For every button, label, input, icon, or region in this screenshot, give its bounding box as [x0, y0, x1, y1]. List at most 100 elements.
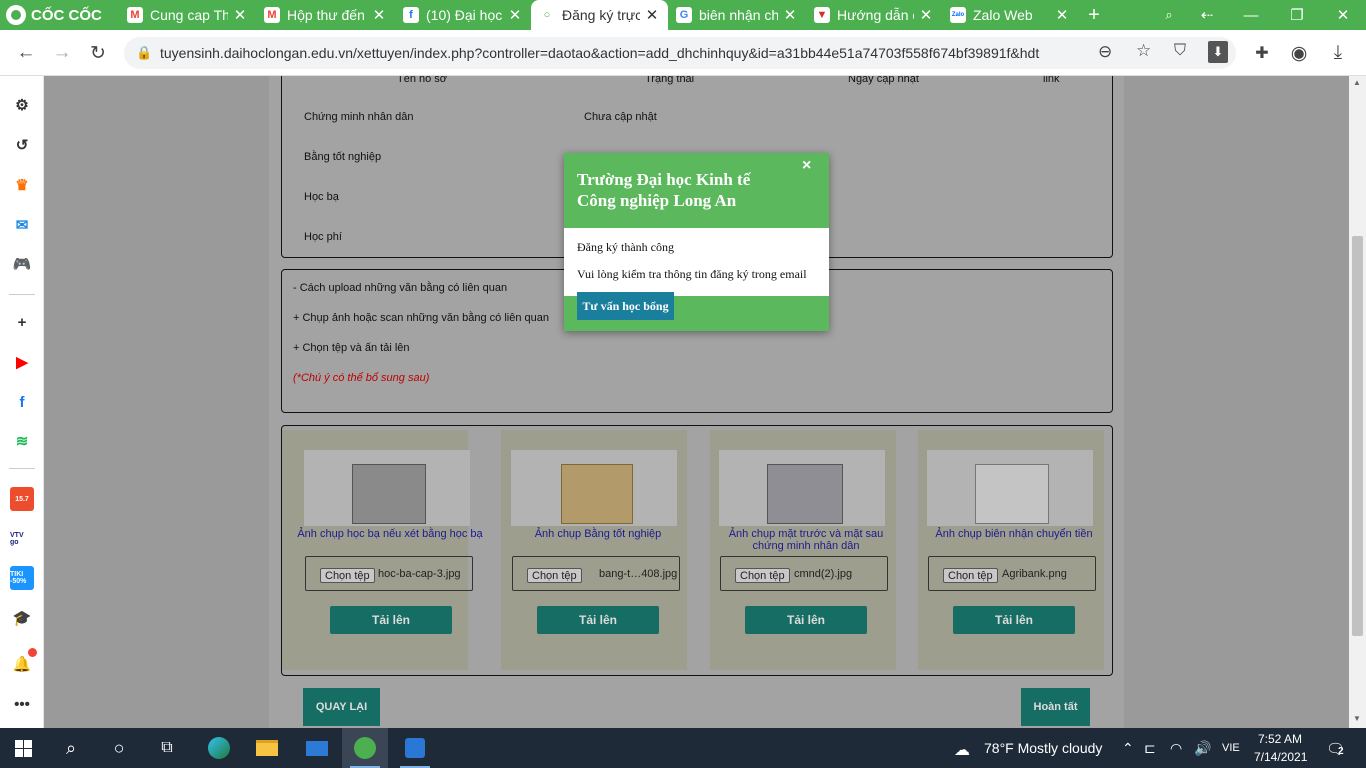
- zoom-icon[interactable]: ⊖: [1098, 42, 1112, 62]
- tab-close-icon[interactable]: ✕: [507, 6, 523, 24]
- upload-button[interactable]: Tải lên: [953, 606, 1075, 634]
- uploads-panel: Ảnh chụp học bạ nếu xét bằng học bạ Chọn…: [281, 425, 1113, 676]
- tab-title: Zalo Web: [973, 7, 1033, 23]
- address-bar[interactable]: 🔒 tuyensinh.daihoclongan.edu.vn/xettuyen…: [124, 37, 1236, 69]
- sidebar-facebook-icon[interactable]: f: [10, 390, 34, 414]
- reload-button[interactable]: ↻: [84, 39, 112, 67]
- extensions-icon[interactable]: ✚: [1248, 39, 1276, 67]
- upload-caption: Ảnh chụp Bằng tốt nghiệp: [534, 528, 662, 540]
- choose-file-button[interactable]: Chọn tệp: [735, 568, 790, 583]
- sidebar-crown-icon[interactable]: ♛: [10, 173, 34, 197]
- scholarship-consult-button[interactable]: Tư vấn học bổng: [577, 292, 674, 320]
- maximize-button[interactable]: ❐: [1274, 0, 1320, 30]
- upload-button[interactable]: Tải lên: [537, 606, 659, 634]
- mail-icon[interactable]: [294, 728, 340, 768]
- word-icon[interactable]: [392, 728, 438, 768]
- file-input[interactable]: Chọn tệp bang-t…408.jpg: [512, 556, 680, 591]
- finish-button[interactable]: Hoàn tất: [1021, 688, 1090, 726]
- back-nav-button[interactable]: QUAY LẠI: [303, 688, 380, 726]
- back-arrow-icon[interactable]: ⇠: [1184, 0, 1230, 30]
- tab-title: biên nhận ch: [699, 7, 778, 23]
- dialog-body: Đăng ký thành công Vui lòng kiểm tra thô…: [564, 228, 829, 296]
- browser-tab[interactable]: Gbiên nhận ch ✕: [668, 0, 806, 30]
- scroll-up-arrow[interactable]: ▲: [1353, 78, 1361, 87]
- tab-strip: CỐC CỐC + ⌕ ⇠ — ❐ ✕ M Cung cap Th ✕ M Hộp th…: [0, 0, 1366, 30]
- sidebar-settings-icon[interactable]: ⚙: [10, 93, 34, 117]
- choose-file-button[interactable]: Chọn tệp: [320, 568, 375, 583]
- search-icon[interactable]: ⌕: [48, 728, 94, 768]
- sidebar-history-icon[interactable]: ↺: [10, 133, 34, 157]
- coccoc-taskbar-icon[interactable]: [342, 728, 388, 768]
- choose-file-button[interactable]: Chọn tệp: [527, 568, 582, 583]
- language-indicator[interactable]: VIE: [1222, 742, 1240, 754]
- profile-icon[interactable]: ◉: [1285, 39, 1313, 67]
- clock-time[interactable]: 7:52 AM: [1258, 732, 1302, 746]
- tab-close-icon[interactable]: ✕: [1054, 6, 1070, 24]
- sidebar-more-icon[interactable]: •••: [10, 692, 34, 716]
- weather-icon[interactable]: ☁: [954, 740, 970, 760]
- file-input[interactable]: Chọn tệp cmnd(2).jpg: [720, 556, 888, 591]
- sidebar-spotify-icon[interactable]: ≋: [10, 429, 34, 453]
- browser-tab[interactable]: M Hộp thư đến ✕: [256, 0, 395, 30]
- bookmark-star-icon[interactable]: ☆: [1136, 41, 1151, 61]
- notification-count: 2: [1338, 746, 1344, 757]
- minimize-button[interactable]: —: [1228, 0, 1274, 30]
- windows-logo-icon: [14, 739, 32, 757]
- page-scrollbar[interactable]: ▲ ▼: [1349, 76, 1366, 728]
- close-window-button[interactable]: ✕: [1320, 0, 1366, 30]
- lock-icon[interactable]: 🔒: [136, 45, 152, 61]
- browser-tab[interactable]: f (10) Đại học ✕: [395, 0, 531, 30]
- sidebar-add-icon[interactable]: +: [10, 310, 34, 334]
- sidebar-messenger-icon[interactable]: ✉: [10, 213, 34, 237]
- network-device-icon[interactable]: ⊏: [1144, 740, 1156, 757]
- sidebar-shopee-icon[interactable]: 15.7: [10, 487, 34, 511]
- weather-text[interactable]: 78°F Mostly cloudy: [984, 740, 1102, 756]
- upload-button[interactable]: Tải lên: [330, 606, 452, 634]
- file-input[interactable]: Chọn tệp hoc-ba-cap-3.jpg: [305, 556, 473, 591]
- sidebar-education-icon[interactable]: 🎓: [10, 606, 34, 630]
- header-document-name: Tên hồ sơ: [397, 76, 448, 85]
- start-button[interactable]: [0, 728, 46, 768]
- edge-icon[interactable]: [196, 728, 242, 768]
- clock-date[interactable]: 7/14/2021: [1254, 750, 1307, 764]
- diploma-image: [561, 464, 633, 524]
- sidebar-notifications-icon[interactable]: 🔔: [10, 652, 34, 676]
- receipt-thumbnail: [927, 450, 1093, 526]
- tab-close-icon[interactable]: ✕: [371, 6, 387, 24]
- browser-tab[interactable]: M Cung cap Th ✕: [119, 0, 256, 30]
- browser-tab[interactable]: ▼ Hướng dẫn c ✕: [806, 0, 942, 30]
- volume-icon[interactable]: 🔊: [1194, 740, 1211, 757]
- tab-close-icon[interactable]: ✕: [918, 6, 934, 24]
- wifi-icon[interactable]: ◠: [1170, 740, 1182, 757]
- task-view-icon[interactable]: ⧉: [144, 728, 190, 768]
- tab-close-icon[interactable]: ✕: [782, 6, 798, 24]
- savior-download-icon[interactable]: ⬇: [1208, 41, 1228, 63]
- choose-file-button[interactable]: Chọn tệp: [943, 568, 998, 583]
- downloads-icon[interactable]: ⤓: [1324, 39, 1352, 67]
- sidebar-games-icon[interactable]: 🎮: [10, 252, 34, 276]
- sidebar-vtv-icon[interactable]: VTV go: [10, 527, 34, 551]
- scrollbar-thumb[interactable]: [1352, 236, 1363, 636]
- sidebar-youtube-icon[interactable]: ▶: [10, 350, 34, 374]
- dialog-message: Vui lòng kiểm tra thông tin đăng ký tron…: [577, 267, 807, 281]
- url-text[interactable]: tuyensinh.daihoclongan.edu.vn/xettuyen/i…: [160, 45, 1040, 61]
- back-button[interactable]: ←: [12, 39, 40, 67]
- browser-tab[interactable]: ○ Đăng ký trực ✕: [531, 0, 668, 30]
- scroll-down-arrow[interactable]: ▼: [1353, 714, 1361, 723]
- sidebar-tiki-icon[interactable]: TIKI -50%: [10, 566, 34, 590]
- tab-close-icon[interactable]: ✕: [232, 6, 248, 24]
- browser-tab[interactable]: Zalo Zalo Web ✕: [942, 0, 1078, 30]
- cortana-icon[interactable]: ○: [96, 728, 142, 768]
- forward-button[interactable]: →: [48, 39, 76, 67]
- tab-close-icon[interactable]: ✕: [644, 6, 660, 24]
- file-input[interactable]: Chọn tệp Agribank.png: [928, 556, 1096, 591]
- tray-chevron-icon[interactable]: ⌃: [1122, 740, 1134, 757]
- dialog-close-button[interactable]: ×: [802, 157, 811, 175]
- new-tab-button[interactable]: +: [1080, 0, 1108, 30]
- upload-button[interactable]: Tải lên: [745, 606, 867, 634]
- sidebar-divider: [9, 468, 35, 469]
- tab-favicon-icon: Zalo: [950, 7, 966, 23]
- coccoc-menu-button[interactable]: CỐC CỐC: [6, 3, 102, 27]
- file-explorer-icon[interactable]: [244, 728, 290, 768]
- shield-icon[interactable]: ⛉: [1174, 42, 1186, 60]
